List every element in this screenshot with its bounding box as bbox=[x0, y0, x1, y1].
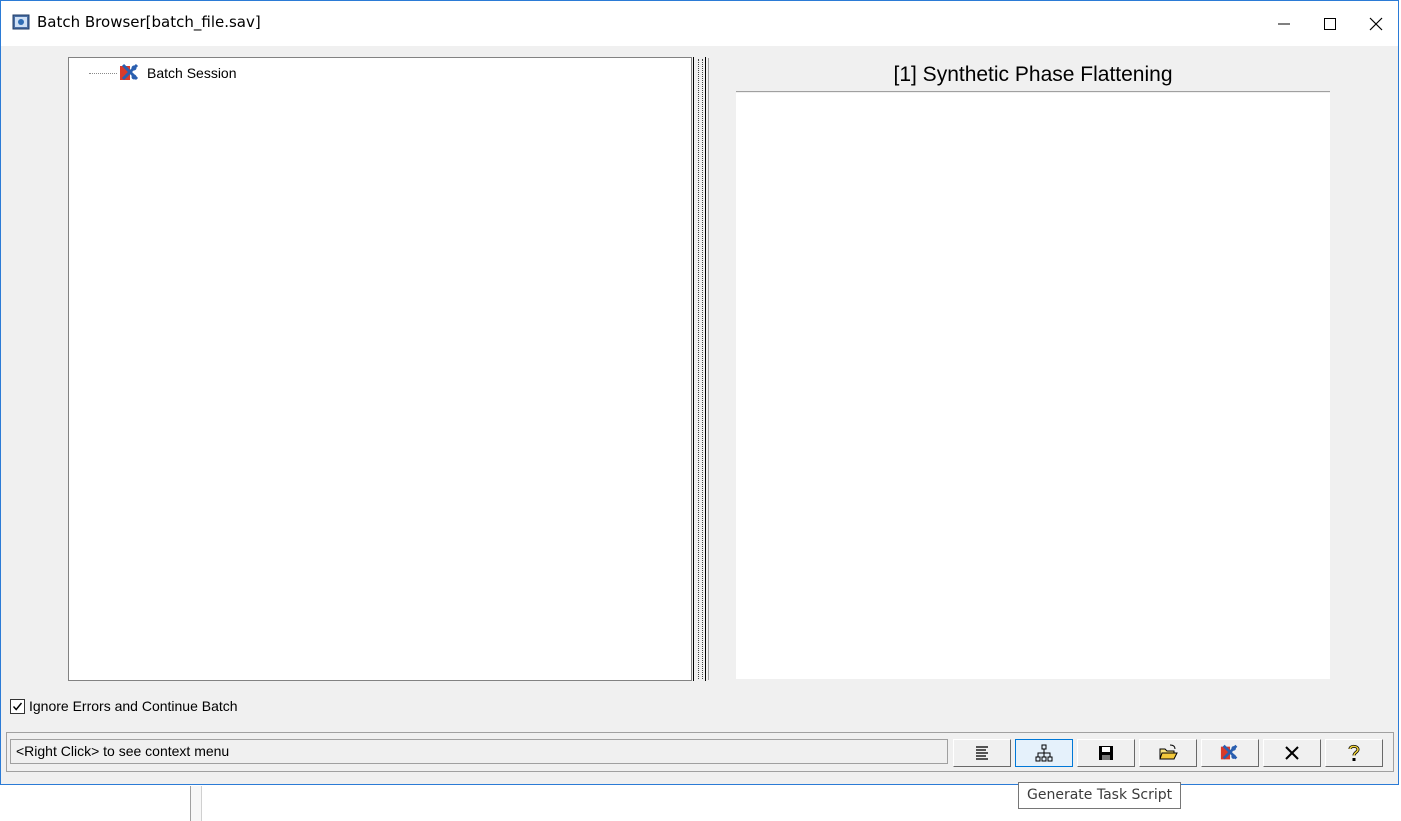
help-button[interactable] bbox=[1325, 739, 1383, 767]
maximize-icon bbox=[1324, 17, 1336, 30]
checkmark-icon bbox=[12, 702, 23, 711]
batch-browser-app-icon bbox=[12, 14, 30, 30]
run-batch-button[interactable] bbox=[1201, 739, 1259, 767]
ignore-errors-label[interactable]: Ignore Errors and Continue Batch bbox=[29, 698, 238, 714]
tree-item-batch-session[interactable]: Batch Session bbox=[89, 63, 237, 82]
close-icon bbox=[1369, 17, 1383, 30]
maximize-button[interactable] bbox=[1307, 1, 1353, 46]
tree-connector bbox=[89, 72, 117, 74]
close-window-button[interactable] bbox=[1353, 1, 1399, 46]
delete-button[interactable] bbox=[1263, 739, 1321, 767]
minimize-icon bbox=[1278, 23, 1290, 24]
status-bar: <Right Click> to see context menu bbox=[6, 732, 1394, 772]
title-bar[interactable]: Batch Browser[batch_file.sav] bbox=[1, 1, 1398, 46]
list-icon bbox=[976, 746, 988, 760]
batch-session-icon bbox=[1220, 744, 1238, 760]
close-icon bbox=[1285, 746, 1299, 760]
help-icon bbox=[1348, 744, 1360, 761]
save-icon bbox=[1099, 746, 1113, 760]
tooltip: Generate Task Script bbox=[1018, 782, 1182, 809]
batch-session-icon bbox=[120, 63, 139, 81]
status-hint: <Right Click> to see context menu bbox=[10, 739, 948, 764]
ignore-errors-checkbox[interactable] bbox=[10, 698, 25, 714]
save-button[interactable] bbox=[1077, 739, 1135, 767]
window-title: Batch Browser[batch_file.sav] bbox=[37, 13, 261, 31]
detail-pane: [1] Synthetic Phase Flattening bbox=[708, 58, 1330, 680]
list-view-button[interactable] bbox=[953, 739, 1011, 767]
pane-splitter[interactable] bbox=[693, 57, 706, 681]
ignore-errors-option[interactable]: Ignore Errors and Continue Batch bbox=[10, 698, 238, 714]
batch-tree-view[interactable]: Batch Session bbox=[68, 57, 692, 681]
detail-content[interactable] bbox=[736, 93, 1330, 679]
background-window-edge bbox=[190, 786, 202, 821]
detail-header: [1] Synthetic Phase Flattening bbox=[736, 58, 1330, 92]
open-button[interactable] bbox=[1139, 739, 1197, 767]
hierarchy-icon bbox=[1035, 744, 1053, 762]
minimize-button[interactable] bbox=[1261, 1, 1307, 46]
open-folder-icon bbox=[1159, 744, 1178, 760]
tree-item-label: Batch Session bbox=[147, 65, 237, 81]
generate-task-script-button[interactable] bbox=[1015, 739, 1073, 767]
batch-browser-window: Batch Browser[batch_file.sav] Batch Sess… bbox=[0, 0, 1399, 785]
